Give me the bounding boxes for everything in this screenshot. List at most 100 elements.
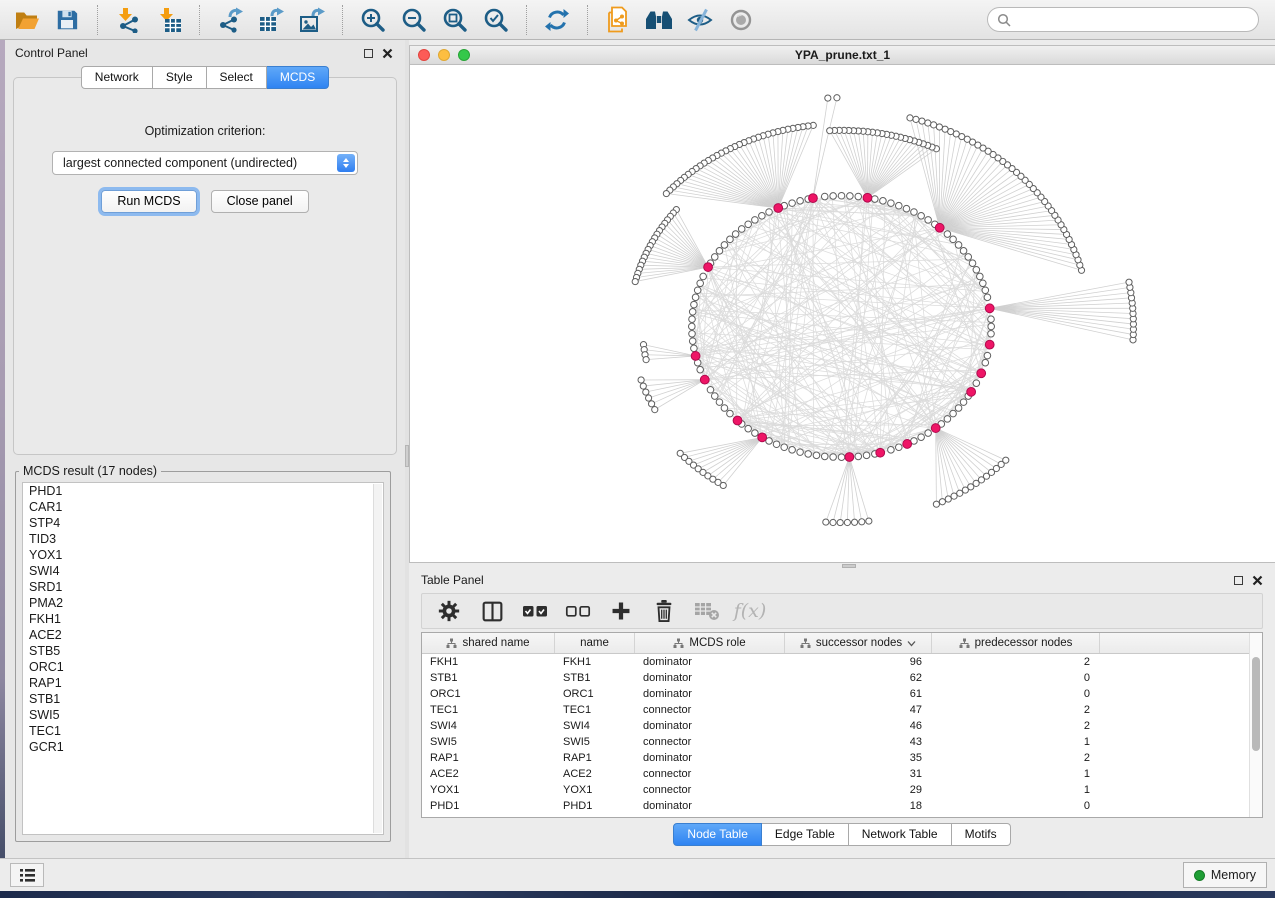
table-cell[interactable]: 0 [932, 670, 1100, 686]
table-cell[interactable]: 31 [785, 766, 932, 782]
mcds-node[interactable] [774, 204, 783, 213]
table-row[interactable]: FKH1FKH1dominator962 [422, 654, 1262, 670]
table-cell[interactable]: SWI5 [555, 734, 635, 750]
mcds-result-item[interactable]: GCR1 [23, 739, 383, 755]
refresh-view-button[interactable] [541, 4, 573, 36]
table-cell[interactable]: RAP1 [555, 750, 635, 766]
table-cell[interactable]: connector [635, 782, 785, 798]
mcds-result-item[interactable]: TID3 [23, 531, 383, 547]
mcds-node[interactable] [758, 433, 767, 442]
close-panel-button[interactable]: Close panel [211, 190, 309, 213]
network-graph[interactable] [410, 65, 1275, 562]
mcds-result-item[interactable]: RAP1 [23, 675, 383, 691]
table-cell[interactable]: 46 [785, 718, 932, 734]
table-cell[interactable]: connector [635, 702, 785, 718]
table-cell[interactable]: TEC1 [422, 702, 555, 718]
mcds-node[interactable] [700, 375, 709, 384]
zoom-selected-button[interactable] [480, 4, 512, 36]
mcds-result-item[interactable]: STB1 [23, 691, 383, 707]
table-cell[interactable]: 2 [932, 750, 1100, 766]
table-cell[interactable]: RAP1 [422, 750, 555, 766]
table-cell[interactable]: 47 [785, 702, 932, 718]
memory-button[interactable]: Memory [1183, 862, 1267, 888]
mcds-result-item[interactable]: PMA2 [23, 595, 383, 611]
zoom-in-button[interactable] [357, 4, 389, 36]
table-row[interactable]: YOX1YOX1connector291 [422, 782, 1262, 798]
table-cell[interactable]: 2 [932, 702, 1100, 718]
search-field[interactable] [987, 7, 1259, 32]
mcds-result-item[interactable]: TEC1 [23, 723, 383, 739]
mcds-node[interactable] [935, 223, 944, 232]
table-cell[interactable]: 18 [785, 798, 932, 814]
show-details-button[interactable] [725, 4, 757, 36]
table-cell[interactable]: ACE2 [422, 766, 555, 782]
table-row[interactable]: ACE2ACE2connector311 [422, 766, 1262, 782]
close-panel-icon[interactable] [1252, 575, 1263, 586]
delete-table-button[interactable] [694, 598, 720, 624]
run-mcds-button[interactable]: Run MCDS [101, 190, 196, 213]
table-row[interactable]: SWI5SWI5connector431 [422, 734, 1262, 750]
mcds-node[interactable] [977, 369, 986, 378]
mcds-result-item[interactable]: CAR1 [23, 499, 383, 515]
table-row[interactable]: TEC1TEC1connector472 [422, 702, 1262, 718]
table-cell[interactable]: PHD1 [422, 798, 555, 814]
mcds-node[interactable] [985, 304, 994, 313]
mcds-node[interactable] [733, 416, 742, 425]
table-cell[interactable]: ACE2 [555, 766, 635, 782]
table-scrollbar[interactable] [1249, 633, 1262, 817]
table-cell[interactable]: 62 [785, 670, 932, 686]
mcds-node[interactable] [691, 352, 700, 361]
mcds-list-scrollbar[interactable] [373, 484, 382, 833]
mcds-node[interactable] [809, 194, 818, 203]
table-cell[interactable]: 1 [932, 766, 1100, 782]
table-cell[interactable]: YOX1 [555, 782, 635, 798]
mcds-result-item[interactable]: FKH1 [23, 611, 383, 627]
mcds-node[interactable] [903, 440, 912, 449]
table-cell[interactable]: 0 [932, 798, 1100, 814]
table-cell[interactable]: 1 [932, 734, 1100, 750]
table-cell[interactable]: 96 [785, 654, 932, 670]
mcds-result-item[interactable]: STB5 [23, 643, 383, 659]
table-cell[interactable]: ORC1 [422, 686, 555, 702]
table-cell[interactable]: connector [635, 734, 785, 750]
mcds-result-item[interactable]: SRD1 [23, 579, 383, 595]
table-row[interactable]: ORC1ORC1dominator610 [422, 686, 1262, 702]
mcds-result-item[interactable]: YOX1 [23, 547, 383, 563]
open-file-button[interactable] [10, 4, 42, 36]
deselect-all-button[interactable] [565, 598, 591, 624]
table-cell[interactable]: STB1 [422, 670, 555, 686]
float-panel-icon[interactable] [364, 49, 373, 58]
close-panel-icon[interactable] [382, 48, 393, 59]
network-window-titlebar[interactable]: YPA_prune.txt_1 [410, 46, 1275, 65]
table-cell[interactable]: 43 [785, 734, 932, 750]
table-cell[interactable]: 61 [785, 686, 932, 702]
mcds-node[interactable] [863, 193, 872, 202]
export-network-button[interactable] [214, 4, 246, 36]
table-cell[interactable]: FKH1 [422, 654, 555, 670]
table-cell[interactable]: 1 [932, 782, 1100, 798]
table-cell[interactable]: connector [635, 766, 785, 782]
mcds-result-item[interactable]: ACE2 [23, 627, 383, 643]
tab-edge-table[interactable]: Edge Table [762, 823, 849, 846]
table-cell[interactable]: YOX1 [422, 782, 555, 798]
column-header-name[interactable]: name [555, 633, 635, 653]
column-header-predecessor-nodes[interactable]: predecessor nodes [932, 633, 1100, 653]
table-row[interactable]: STB1STB1dominator620 [422, 670, 1262, 686]
export-table-button[interactable] [255, 4, 287, 36]
function-builder-button[interactable]: f(x) [737, 598, 763, 624]
tab-motifs[interactable]: Motifs [952, 823, 1011, 846]
table-cell[interactable]: dominator [635, 750, 785, 766]
tab-network[interactable]: Network [81, 66, 153, 89]
save-session-button[interactable] [51, 4, 83, 36]
first-neighbors-button[interactable] [643, 4, 675, 36]
select-all-button[interactable] [522, 598, 548, 624]
clone-network-button[interactable] [602, 4, 634, 36]
table-cell[interactable]: dominator [635, 670, 785, 686]
table-cell[interactable]: SWI4 [422, 718, 555, 734]
delete-row-button[interactable] [651, 598, 677, 624]
column-header-MCDS-role[interactable]: MCDS role [635, 633, 785, 653]
hide-details-button[interactable] [684, 4, 716, 36]
table-cell[interactable]: PHD1 [555, 798, 635, 814]
mcds-node[interactable] [704, 263, 713, 272]
table-cell[interactable]: 2 [932, 718, 1100, 734]
